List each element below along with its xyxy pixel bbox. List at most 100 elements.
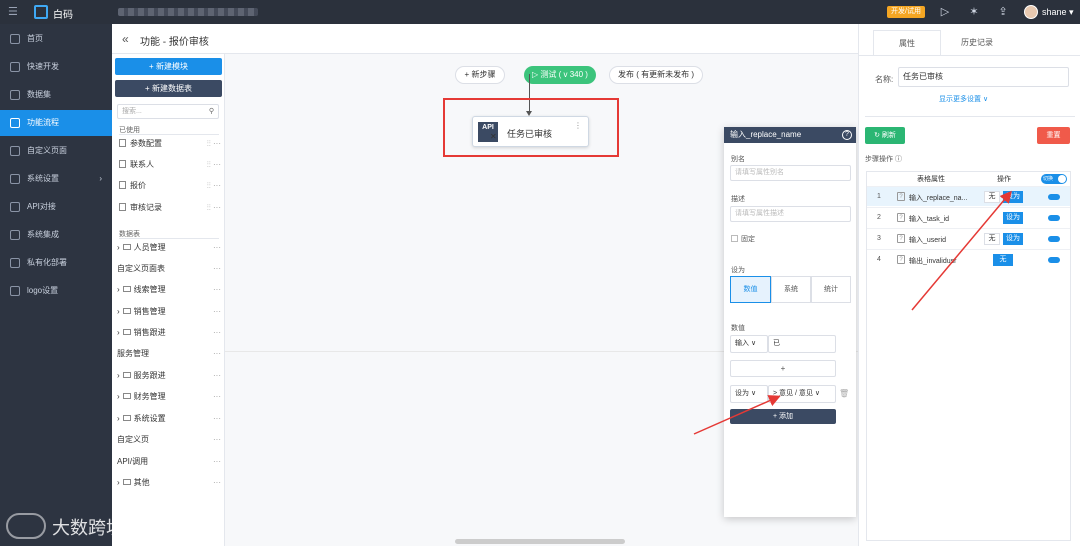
none-button[interactable]: 无	[984, 191, 1000, 203]
name-input[interactable]: 任务已审核	[898, 67, 1069, 87]
tab-properties[interactable]: 属性	[873, 30, 941, 56]
publish-button[interactable]: 发布 ( 有更新未发布 )	[609, 66, 703, 84]
back-icon[interactable]: «	[122, 32, 129, 46]
segment-system[interactable]: 系统	[771, 276, 811, 303]
tree-folder[interactable]: › 人员管理 ···	[117, 241, 221, 255]
refresh-button[interactable]: ↻ 刷新	[865, 127, 905, 144]
module-search-input[interactable]: 搜索... ⚲	[117, 104, 219, 119]
avatar[interactable]	[1024, 5, 1038, 19]
tree-item[interactable]: API/调用 ···	[117, 455, 221, 469]
help-icon[interactable]: ?	[842, 130, 852, 140]
table-row[interactable]: 1 ? 输入_replace_na... 无 设为	[867, 186, 1070, 206]
sidebar-item-workflow[interactable]: 功能流程	[0, 110, 112, 136]
table-row[interactable]: 3 ? 输入_userid 无 设为	[867, 228, 1070, 248]
more-icon[interactable]: ···	[213, 241, 221, 255]
segment-value[interactable]: 数值	[730, 276, 771, 303]
reset-button[interactable]: 重置	[1037, 127, 1070, 144]
upload-icon[interactable]: ⇪	[996, 5, 1010, 19]
sidebar-item-api[interactable]: API对接	[0, 194, 112, 220]
add-value-button[interactable]: +	[730, 360, 836, 377]
more-icon[interactable]: ···	[213, 369, 221, 383]
row-toggle[interactable]	[1048, 194, 1060, 200]
value-input[interactable]: 已	[768, 335, 836, 353]
trash-icon[interactable]: 🗑	[839, 389, 849, 398]
tree-item[interactable]: 自定义页 ···	[117, 433, 221, 447]
show-more-link[interactable]: 显示更多设置 ∨	[939, 94, 988, 104]
used-item[interactable]: 报价 ⫶⫶ ···	[119, 179, 221, 193]
tree-folder[interactable]: › 线索管理 ···	[117, 283, 221, 297]
more-vertical-icon[interactable]: ⋮	[574, 121, 582, 130]
alias-input[interactable]: 请填写属性别名	[730, 165, 851, 181]
sidebar-item-settings[interactable]: 系统设置 ›	[0, 166, 112, 192]
tab-history[interactable]: 历史记录	[943, 30, 1011, 56]
none-button[interactable]: 无	[993, 254, 1013, 266]
tree-item[interactable]: 自定义页面表 ···	[117, 262, 221, 276]
tree-folder[interactable]: › 财务管理 ···	[117, 390, 221, 404]
new-step-button[interactable]: + 新步骤	[455, 66, 505, 84]
help-icon[interactable]: ⓘ	[895, 156, 902, 163]
set-as-label: 设为	[731, 267, 745, 274]
used-item[interactable]: 审核记录 ⫶⫶ ···	[119, 201, 221, 215]
column-header: 操作	[997, 176, 1011, 183]
more-icon[interactable]: ···	[213, 283, 221, 297]
flow-node-task-reviewed[interactable]: API ✕ 任务已审核 ⋮	[472, 116, 589, 147]
more-icon[interactable]: ···	[213, 433, 221, 447]
tree-folder[interactable]: › 系统设置 ···	[117, 412, 221, 426]
desc-input[interactable]: 请填写属性描述	[730, 206, 851, 222]
used-item[interactable]: 参数配置 ⫶⫶ ···	[119, 137, 221, 151]
input-type-select[interactable]: 输入 ∨	[730, 335, 768, 353]
more-icon[interactable]: ···	[213, 305, 221, 319]
server-icon	[10, 258, 20, 268]
tree-folder[interactable]: › 销售管理 ···	[117, 305, 221, 319]
item-actions-icon[interactable]: ⫶⫶ ···	[207, 158, 221, 172]
more-icon[interactable]: ···	[213, 326, 221, 340]
used-item[interactable]: 联系人 ⫶⫶ ···	[119, 158, 221, 172]
new-module-button[interactable]: + 新建模块	[115, 58, 222, 75]
new-table-button[interactable]: + 新建数据表	[115, 80, 222, 97]
sidebar-item-custom-page[interactable]: 自定义页面	[0, 138, 112, 164]
bug-icon[interactable]: ✶	[967, 5, 981, 19]
row-toggle[interactable]	[1048, 236, 1060, 242]
column-header: 表格属性	[917, 176, 945, 183]
user-name[interactable]: shane ▾	[1042, 7, 1074, 18]
target-field-select[interactable]: > 意见 / 意见 ∨	[768, 385, 836, 403]
test-button[interactable]: ▷ 测试 ( v 340 )	[524, 66, 596, 84]
tree-folder[interactable]: › 其他 ···	[117, 476, 221, 490]
set-as-select[interactable]: 设为 ∨	[730, 385, 768, 403]
sidebar-item-private-deploy[interactable]: 私有化部署	[0, 250, 112, 276]
play-icon[interactable]: ▷	[938, 5, 952, 19]
tree-item[interactable]: 服务管理 ···	[117, 347, 221, 361]
more-icon[interactable]: ···	[213, 455, 221, 469]
row-toggle[interactable]	[1048, 215, 1060, 221]
sidebar-item-integration[interactable]: 系统集成	[0, 222, 112, 248]
table-row[interactable]: 2 ? 输入_task_id 设为	[867, 207, 1070, 227]
more-icon[interactable]: ···	[213, 262, 221, 276]
segment-stats[interactable]: 统计	[811, 276, 851, 303]
fixed-checkbox[interactable]: 固定	[731, 234, 755, 244]
more-icon[interactable]: ···	[213, 476, 221, 490]
add-button[interactable]: + 添加	[730, 409, 836, 424]
item-actions-icon[interactable]: ⫶⫶ ···	[207, 137, 221, 151]
more-icon[interactable]: ···	[213, 412, 221, 426]
set-as-button[interactable]: 设为	[1003, 191, 1023, 203]
tree-folder[interactable]: › 服务跟进 ···	[117, 369, 221, 383]
horizontal-scrollbar[interactable]	[455, 539, 625, 544]
table-row[interactable]: 4 ? 输出_invalidusr 无	[867, 249, 1070, 269]
none-button[interactable]: 无	[984, 233, 1000, 245]
toggle-all-switch[interactable]: 切换	[1041, 174, 1067, 184]
more-icon[interactable]: ···	[213, 390, 221, 404]
set-as-button[interactable]: 设为	[1003, 212, 1023, 224]
menu-toggle-icon[interactable]: ☰	[8, 6, 20, 18]
sidebar-item-dataset[interactable]: 数据集	[0, 82, 112, 108]
tree-folder[interactable]: › 销售跟进 ···	[117, 326, 221, 340]
item-actions-icon[interactable]: ⫶⫶ ···	[207, 201, 221, 215]
item-actions-icon[interactable]: ⫶⫶ ···	[207, 179, 221, 193]
sidebar-item-logo[interactable]: logo设置	[0, 278, 112, 304]
more-icon[interactable]: ···	[213, 347, 221, 361]
row-toggle[interactable]	[1048, 257, 1060, 263]
set-as-button[interactable]: 设为	[1003, 233, 1023, 245]
top-bar: ☰ 白码 开发/试用 ▷ ✶ ⇪ shane ▾	[0, 0, 1080, 24]
sidebar-item-quick-dev[interactable]: 快速开发	[0, 54, 112, 80]
dev-badge[interactable]: 开发/试用	[887, 6, 925, 18]
sidebar-item-home[interactable]: 首页	[0, 26, 112, 52]
